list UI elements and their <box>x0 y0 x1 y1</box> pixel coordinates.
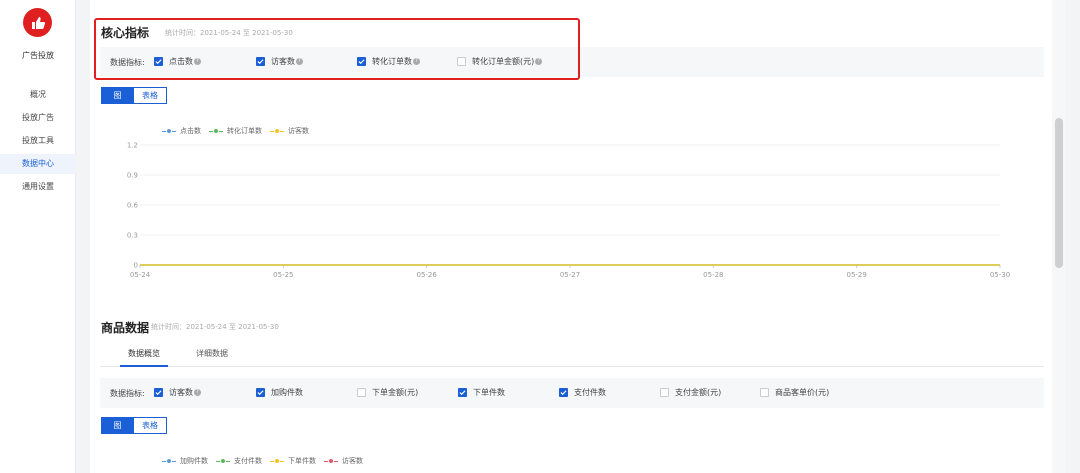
app-title: 广告投放 <box>22 51 54 60</box>
legend-item[interactable]: 下单件数 <box>270 456 316 466</box>
checkbox-orders[interactable]: 转化订单数 ? <box>357 56 420 67</box>
goods-data-title: 商品数据 <box>101 321 150 335</box>
goods-tabs: 数据概览 详细数据 <box>100 345 1044 367</box>
checkbox-checked-icon <box>256 57 265 66</box>
y-tick-label: 0.6 <box>127 202 139 210</box>
thumbs-up-logo-icon <box>23 8 52 37</box>
core-metrics-period: 统计时间：2021-05-24 至 2021-05-30 <box>165 29 293 37</box>
toggle-chart-button[interactable]: 图 <box>101 87 134 104</box>
y-tick-label: 0.3 <box>127 232 138 240</box>
checkbox-visitors[interactable]: 访客数 ? <box>256 56 303 67</box>
checkbox-clicks[interactable]: 点击数 ? <box>154 56 201 67</box>
checkbox-cart-items[interactable]: 加购件数 <box>256 387 303 398</box>
metrics-label: 数据指标: <box>110 58 145 67</box>
sidebar: 广告投放 概况 投放广告 投放工具 数据中心 通用设置 <box>0 0 76 473</box>
checkbox-visitors[interactable]: 访客数 ? <box>154 387 201 398</box>
info-icon[interactable]: ? <box>296 58 303 65</box>
checkbox-label: 访客数 <box>271 57 295 66</box>
checkbox-unchecked-icon <box>660 388 669 397</box>
checkbox-label: 点击数 <box>169 57 193 66</box>
goods-chart-legend: 加购件数 支付件数 下单件数 访客数 <box>162 456 371 466</box>
x-tick-label: 05-27 <box>560 271 580 279</box>
checkbox-label: 下单金额(元) <box>372 388 419 397</box>
checkbox-label: 商品客单价(元) <box>775 388 830 397</box>
legend-item[interactable]: 访客数 <box>324 456 363 466</box>
checkbox-checked-icon <box>458 388 467 397</box>
scrollbar[interactable] <box>1052 0 1066 473</box>
tab-overview[interactable]: 数据概览 <box>128 348 160 359</box>
checkbox-checked-icon <box>357 57 366 66</box>
checkbox-label: 访客数 <box>169 388 193 397</box>
legend-label: 下单件数 <box>288 457 316 465</box>
checkbox-unchecked-icon <box>457 57 466 66</box>
core-metrics-title: 核心指标 <box>101 26 150 40</box>
x-tick-label: 05-29 <box>846 271 866 279</box>
info-icon[interactable]: ? <box>535 58 543 65</box>
sidebar-item-ads[interactable]: 投放广告 <box>0 108 76 128</box>
core-line-chart: 1.2 0.9 0.6 0.3 0 05-24 05-25 05-26 05-27 05-28 05… <box>120 135 1020 285</box>
metrics-label: 数据指标: <box>110 389 145 398</box>
info-icon[interactable]: ? <box>194 58 201 65</box>
sidebar-item-overview[interactable]: 概况 <box>0 85 76 105</box>
checkbox-paid-items[interactable]: 支付件数 <box>559 387 606 398</box>
x-tick-label: 05-30 <box>990 271 1010 279</box>
checkbox-label: 支付金额(元) <box>675 388 722 397</box>
legend-item[interactable]: 支付件数 <box>216 456 262 466</box>
chart-canvas: 1.2 0.9 0.6 0.3 005-24 05-25 05-26 05-27 05-28 05… <box>127 142 1010 280</box>
checkbox-unchecked-icon <box>357 388 366 397</box>
legend-item[interactable]: 加购件数 <box>162 456 208 466</box>
sidebar-item-data-center[interactable]: 数据中心 <box>0 154 76 174</box>
tab-details[interactable]: 详细数据 <box>196 348 228 359</box>
scrollbar-thumb[interactable] <box>1055 118 1063 268</box>
y-tick-label: 0.9 <box>127 172 138 180</box>
legend-label: 加购件数 <box>180 457 208 465</box>
legend-label: 访客数 <box>342 457 363 465</box>
info-icon[interactable]: ? <box>194 389 201 396</box>
checkbox-checked-icon <box>154 388 163 397</box>
sidebar-item-settings[interactable]: 通用设置 <box>0 177 76 197</box>
legend-label: 支付件数 <box>234 457 262 465</box>
checkbox-order-items[interactable]: 下单件数 <box>458 387 505 398</box>
x-tick-label: 05-25 <box>273 271 293 279</box>
checkbox-checked-icon <box>256 388 265 397</box>
sidebar-item-tools[interactable]: 投放工具 <box>0 131 76 151</box>
y-tick-label: 0 <box>134 262 138 270</box>
checkbox-unchecked-icon <box>760 388 769 397</box>
checkbox-checked-icon <box>154 57 163 66</box>
active-tab-indicator <box>120 365 168 367</box>
core-metrics-row: 数据指标: 点击数 ? 访客数 ? 转化订单数 ? 转化订单金额(元) ? <box>100 47 1044 77</box>
checkbox-order-amount[interactable]: 下单金额(元) <box>357 387 418 398</box>
x-tick-label: 05-26 <box>416 271 437 279</box>
toggle-table-button[interactable]: 表格 <box>134 417 167 434</box>
toggle-chart-button[interactable]: 图 <box>101 417 134 434</box>
checkbox-checked-icon <box>559 388 568 397</box>
x-tick-label: 05-28 <box>703 271 723 279</box>
goods-data-period: 统计时间：2021-05-24 至 2021-05-30 <box>151 323 279 331</box>
view-toggle: 图 表格 <box>101 87 167 104</box>
x-tick-label: 05-24 <box>130 271 151 279</box>
checkbox-label: 下单件数 <box>473 388 505 397</box>
y-tick-label: 1.2 <box>127 142 138 150</box>
checkbox-paid-amount[interactable]: 支付金额(元) <box>660 387 721 398</box>
toggle-table-button[interactable]: 表格 <box>134 87 167 104</box>
view-toggle: 图 表格 <box>101 417 167 434</box>
checkbox-unit-price[interactable]: 商品客单价(元) <box>760 387 829 398</box>
checkbox-label: 支付件数 <box>574 388 606 397</box>
checkbox-label: 转化订单金额(元) <box>472 57 535 66</box>
goods-metrics-row: 数据指标: 访客数 ? 加购件数 下单金额(元) 下单件数 支付件数 支付金额(… <box>100 378 1044 408</box>
checkbox-label: 加购件数 <box>271 388 303 397</box>
checkbox-label: 转化订单数 <box>372 57 412 66</box>
checkbox-order-amount[interactable]: 转化订单金额(元) ? <box>457 56 543 67</box>
info-icon[interactable]: ? <box>413 58 420 65</box>
